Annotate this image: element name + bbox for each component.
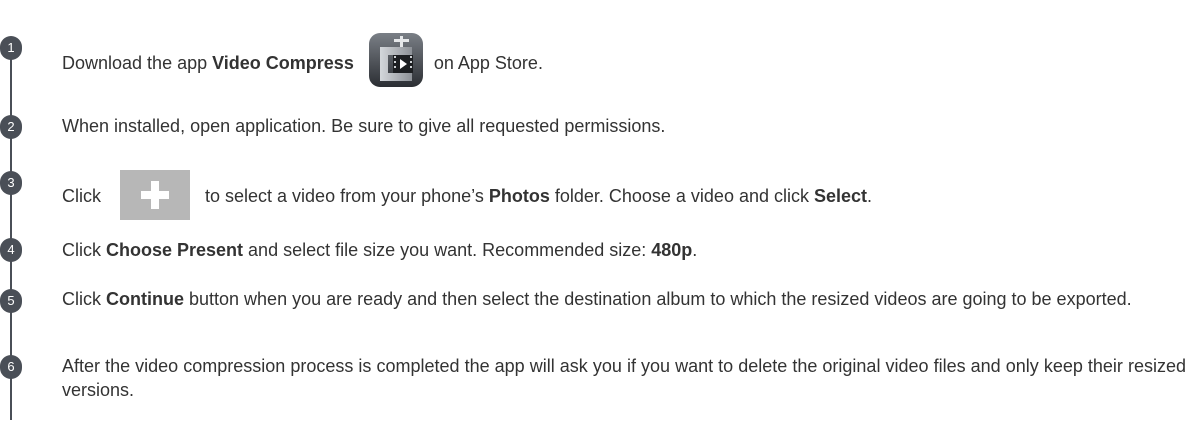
choose-present-label: Choose Present: [106, 240, 244, 260]
step-3-text-c: folder. Choose a video and click: [549, 185, 814, 206]
step-2-text: When installed, open application. Be sur…: [62, 114, 1186, 138]
step-5-text-b: button when you are ready and then selec…: [184, 289, 1132, 309]
step-3-text-b: to select a video from your phone’s: [200, 185, 489, 206]
step-4-text: Click Choose Present and select file siz…: [62, 238, 1186, 262]
step-4-badge: 4: [0, 238, 22, 262]
video-compress-app-icon: [368, 33, 423, 87]
step-4-text-a: Click: [62, 240, 106, 260]
step-5-text: Click Continue button when you are ready…: [62, 287, 1186, 311]
step-1-text-b: on App Store.: [433, 52, 543, 73]
step-4-text-b: and select file size you want. Recommend…: [243, 240, 652, 260]
step-1-badge: 1: [0, 36, 22, 60]
app-name: Video Compress: [212, 52, 354, 73]
continue-label: Continue: [106, 289, 184, 309]
step-5-text-a: Click: [62, 289, 106, 309]
step-3-text: Click to select a video from your phone’…: [62, 170, 1186, 222]
select-label: Select: [813, 185, 868, 206]
step-6-badge: 6: [0, 355, 22, 379]
recommended-size: 480p: [651, 240, 693, 260]
step-5-badge: 5: [0, 289, 22, 313]
step-6-text-a: After the video compression process is c…: [62, 356, 1186, 400]
step-6-text: After the video compression process is c…: [62, 354, 1186, 402]
step-4-text-c: .: [692, 240, 698, 260]
step-2-badge: 2: [0, 115, 22, 139]
step-3-text-d: .: [867, 185, 873, 206]
step-1-text: Download the app Video Compress on App S…: [62, 33, 1186, 91]
step-2-text-a: When installed, open application. Be sur…: [62, 116, 666, 136]
plus-icon: [120, 170, 190, 220]
step-1-text-a: Download the app: [62, 52, 213, 73]
step-3-badge: 3: [0, 171, 22, 195]
step-3-text-a: Click: [62, 185, 106, 206]
photos-label: Photos: [488, 185, 550, 206]
